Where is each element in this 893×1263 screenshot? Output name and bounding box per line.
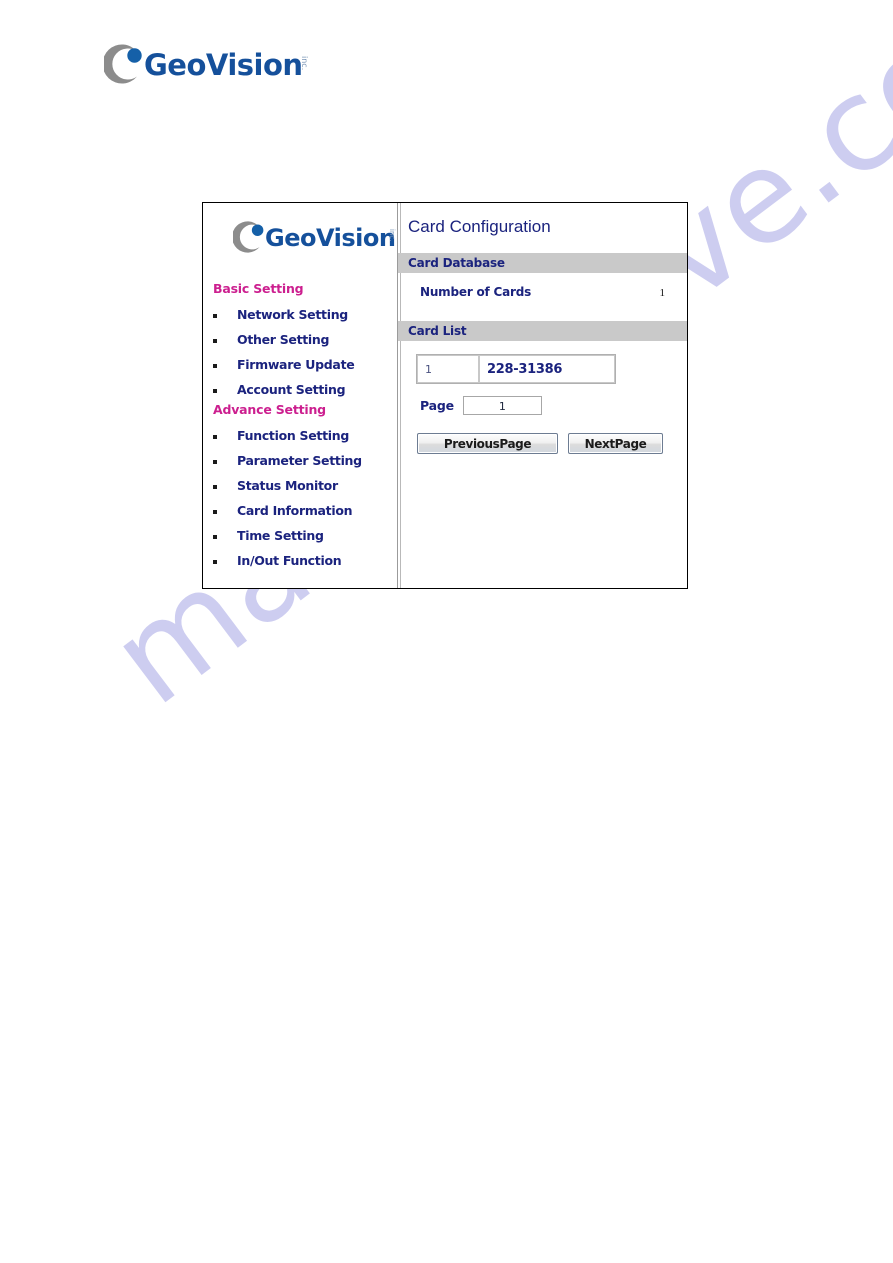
bullet-icon <box>213 363 217 368</box>
bullet-icon <box>213 534 217 539</box>
sidebar-item-label: Firmware Update <box>237 357 355 372</box>
sidebar-item-label: Network Setting <box>237 307 348 322</box>
number-of-cards-label: Number of Cards <box>420 285 532 299</box>
section-header-card-list: Card List <box>398 321 687 341</box>
geovision-wordmark: GeoVision <box>265 224 396 252</box>
nav-group-title-advance-setting: Advance Setting <box>213 402 326 417</box>
navigation-list: Basic Setting Network Setting Other Sett… <box>203 281 397 573</box>
bullet-icon <box>213 484 217 489</box>
number-of-cards-row: Number of Cards 1 <box>398 273 687 307</box>
watermark-layer: manualshive.com <box>0 0 893 1263</box>
bullet-icon <box>213 313 217 318</box>
page-input[interactable]: 1 <box>462 396 542 415</box>
geovision-swoosh-icon <box>102 44 146 84</box>
panel-logo: GeoVision inc. <box>232 221 396 261</box>
bullet-icon <box>213 559 217 564</box>
sidebar-item-label: Card Information <box>237 503 353 518</box>
card-row-number[interactable]: 228-31386 <box>479 355 615 383</box>
sidebar-item-in-out-function[interactable]: In/Out Function <box>203 548 397 573</box>
content-pane: Card Configuration Card Database Number … <box>398 203 687 588</box>
sidebar-item-other-setting[interactable]: Other Setting <box>203 327 397 352</box>
sidebar-item-function-setting[interactable]: Function Setting <box>203 423 397 448</box>
bullet-icon <box>213 509 217 514</box>
pagination-buttons: PreviousPage NextPage <box>417 433 687 454</box>
sidebar-item-network-setting[interactable]: Network Setting <box>203 302 397 327</box>
nav-group-title-basic-setting: Basic Setting <box>213 281 304 296</box>
sidebar-item-label: Other Setting <box>237 332 330 347</box>
navigation-pane: GeoVision inc. Basic Setting Network Set… <box>203 203 401 588</box>
page-label: Page <box>420 398 454 413</box>
sidebar-item-label: Account Setting <box>237 382 346 397</box>
sidebar-item-label: Time Setting <box>237 528 324 543</box>
sidebar-item-label: Status Monitor <box>237 478 338 493</box>
bullet-icon <box>213 388 217 393</box>
geovision-inc-suffix: inc. <box>388 229 396 242</box>
sidebar-item-label: In/Out Function <box>237 553 342 568</box>
geovision-wordmark: GeoVision <box>144 48 303 82</box>
page-title: Card Configuration <box>408 217 551 236</box>
pagination-row: Page 1 <box>420 396 687 415</box>
number-of-cards-value: 1 <box>659 287 666 299</box>
sidebar-item-time-setting[interactable]: Time Setting <box>203 523 397 548</box>
card-row-index[interactable]: 1 <box>417 355 479 383</box>
bullet-icon <box>213 459 217 464</box>
sidebar-item-card-information[interactable]: Card Information <box>203 498 397 523</box>
bullet-icon <box>213 338 217 343</box>
geovision-swoosh-icon <box>232 221 267 253</box>
sidebar-item-firmware-update[interactable]: Firmware Update <box>203 352 397 377</box>
next-page-button[interactable]: NextPage <box>568 433 663 454</box>
sidebar-item-account-setting[interactable]: Account Setting <box>203 377 397 402</box>
device-web-ui-window: GeoVision inc. Basic Setting Network Set… <box>202 202 688 589</box>
page-header-logo: GeoVision inc. <box>102 44 309 88</box>
bullet-icon <box>213 434 217 439</box>
sidebar-item-label: Function Setting <box>237 428 349 443</box>
sidebar-item-parameter-setting[interactable]: Parameter Setting <box>203 448 397 473</box>
sidebar-item-label: Parameter Setting <box>237 453 362 468</box>
section-header-card-database: Card Database <box>398 253 687 273</box>
card-list-table: 1 228-31386 <box>416 354 616 384</box>
sidebar-item-status-monitor[interactable]: Status Monitor <box>203 473 397 498</box>
previous-page-button[interactable]: PreviousPage <box>417 433 558 454</box>
geovision-inc-suffix: inc. <box>300 56 309 71</box>
